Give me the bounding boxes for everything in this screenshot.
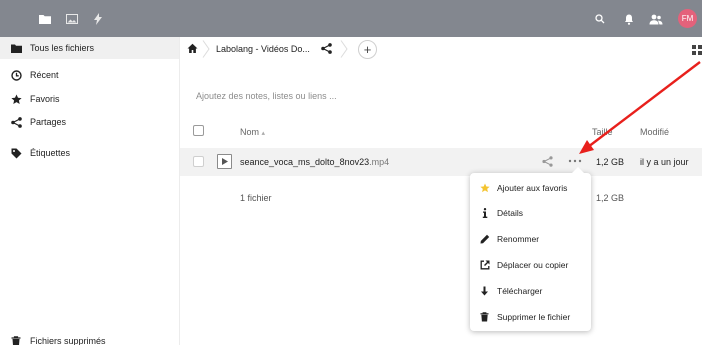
file-modified: il y a un jour <box>640 157 689 167</box>
menu-caret <box>572 167 584 173</box>
table-row[interactable]: seance_voca_ms_dolto_8nov23.mp4 1,2 GB i… <box>180 148 702 176</box>
menu-item-label: Télécharger <box>497 286 543 296</box>
top-bar: FM <box>0 0 702 37</box>
column-header-size[interactable]: Taille <box>592 127 613 137</box>
files-icon[interactable] <box>38 12 52 25</box>
trash-icon <box>10 335 22 345</box>
select-all-checkbox[interactable] <box>193 125 204 136</box>
table-header: Nom ▴ Taille Modifié <box>180 122 702 142</box>
menu-item-label: Déplacer ou copier <box>497 260 569 270</box>
sidebar-item-label: Tous les fichiers <box>30 43 95 53</box>
sort-indicator: ▴ <box>261 130 266 137</box>
menu-item-label: Ajouter aux favoris <box>497 183 568 193</box>
breadcrumb-separator-icon <box>340 40 348 58</box>
sidebar-item-label: Favoris <box>30 94 60 104</box>
column-header-name-label: Nom <box>240 127 260 137</box>
breadcrumb-folder[interactable]: Labolang - Vidéos Do... <box>216 44 310 54</box>
tag-icon <box>10 147 22 159</box>
grid-view-icon[interactable] <box>692 45 702 55</box>
trash-icon <box>479 312 490 323</box>
clock-icon <box>10 69 22 81</box>
breadcrumb-separator-icon <box>202 40 210 58</box>
notifications-icon[interactable] <box>622 12 636 26</box>
sidebar-item-label: Partages <box>30 117 67 127</box>
menu-item-add-favorite[interactable]: Ajouter aux favoris <box>470 177 591 199</box>
menu-item-download[interactable]: Télécharger <box>470 280 591 302</box>
file-extension: .mp4 <box>369 157 390 167</box>
menu-item-label: Détails <box>497 208 523 218</box>
menu-item-rename[interactable]: Renommer <box>470 228 591 250</box>
search-icon[interactable] <box>593 12 607 26</box>
main-content: Labolang - Vidéos Do... + Ajoutez des no… <box>180 37 702 345</box>
folder-icon <box>10 42 22 54</box>
share-icon[interactable] <box>321 43 333 55</box>
avatar[interactable]: FM <box>678 9 697 28</box>
row-checkbox[interactable] <box>193 156 204 167</box>
sidebar-item-label: Récent <box>30 70 59 80</box>
add-label: + <box>363 42 372 57</box>
download-icon <box>479 286 490 297</box>
sidebar-item-label: Étiquettes <box>30 148 71 158</box>
contacts-icon[interactable] <box>649 12 663 26</box>
star-icon <box>10 93 22 105</box>
file-actions-menu: Ajouter aux favoris Détails Renommer Dép… <box>470 167 591 331</box>
activity-icon[interactable] <box>91 12 105 25</box>
star-icon <box>479 183 490 194</box>
file-name[interactable]: seance_voca_ms_dolto_8nov23.mp4 <box>240 157 389 167</box>
sidebar-item-recent[interactable]: Récent <box>0 64 179 86</box>
menu-item-move-copy[interactable]: Déplacer ou copier <box>470 254 591 276</box>
column-header-name[interactable]: Nom ▴ <box>240 127 265 137</box>
total-size-summary: 1,2 GB <box>596 193 625 203</box>
menu-item-details[interactable]: Détails <box>470 202 591 224</box>
file-basename: seance_voca_ms_dolto_8nov23 <box>240 157 370 167</box>
external-link-icon <box>479 260 490 271</box>
sidebar-item-tags[interactable]: Étiquettes <box>0 142 179 164</box>
sidebar-item-favorites[interactable]: Favoris <box>0 88 179 110</box>
pencil-icon <box>479 234 490 245</box>
sidebar-item-all-files[interactable]: Tous les fichiers <box>0 37 179 59</box>
file-size: 1,2 GB <box>596 157 625 167</box>
breadcrumb: Labolang - Vidéos Do... + <box>180 37 702 62</box>
sidebar-item-shares[interactable]: Partages <box>0 111 179 133</box>
share-icon[interactable] <box>542 156 554 168</box>
sidebar-item-deleted-files[interactable]: Fichiers supprimés <box>0 330 179 345</box>
column-header-modified[interactable]: Modifié <box>640 127 669 137</box>
menu-item-label: Renommer <box>497 234 540 244</box>
photos-icon[interactable] <box>65 12 79 25</box>
menu-item-delete[interactable]: Supprimer le fichier <box>470 306 591 328</box>
info-icon <box>479 208 490 219</box>
avatar-initials: FM <box>681 14 694 23</box>
share-icon <box>10 116 22 128</box>
more-options-icon[interactable] <box>568 157 582 167</box>
menu-item-label: Supprimer le fichier <box>497 312 571 322</box>
notes-placeholder[interactable]: Ajoutez des notes, listes ou liens ... <box>196 91 337 101</box>
video-file-icon <box>217 154 232 169</box>
home-icon[interactable] <box>187 43 199 55</box>
sidebar-item-label: Fichiers supprimés <box>30 336 106 345</box>
add-button[interactable]: + <box>358 40 377 59</box>
file-count-summary: 1 fichier <box>240 193 272 203</box>
sidebar: Tous les fichiers Récent Favoris Partage… <box>0 37 180 345</box>
